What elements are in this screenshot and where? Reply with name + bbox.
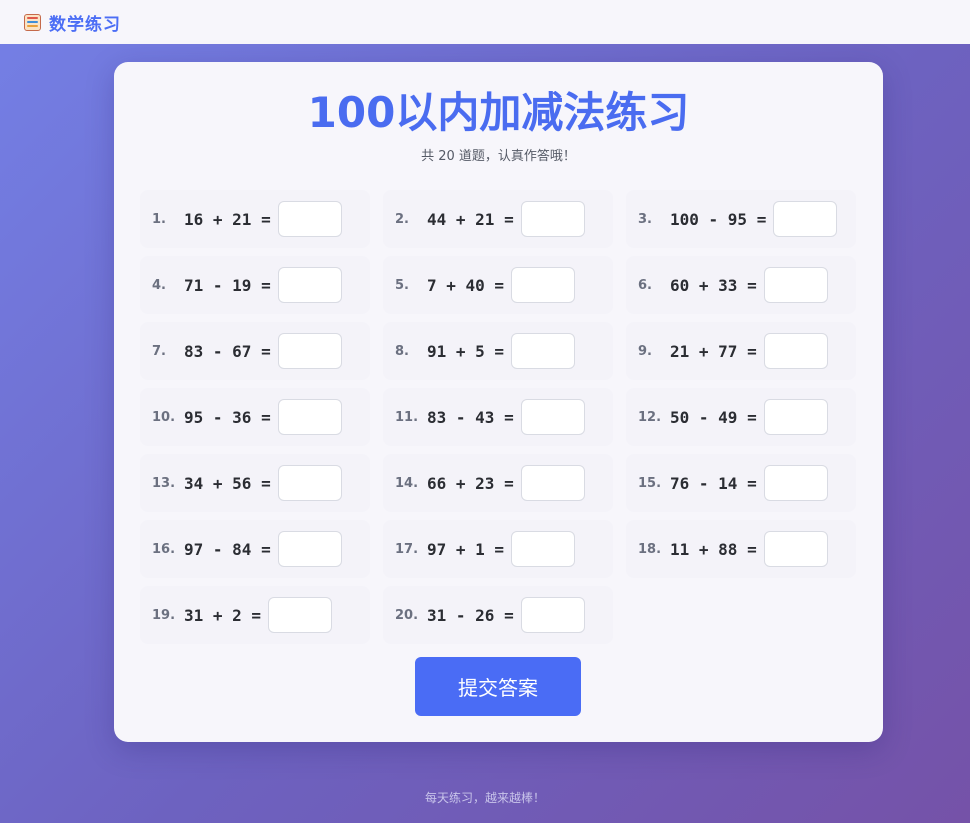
- submit-button[interactable]: 提交答案: [415, 657, 581, 716]
- problem-expression: 95 - 36 =: [184, 407, 271, 427]
- problem-number: 4.: [152, 277, 166, 293]
- answer-input[interactable]: [277, 201, 342, 237]
- problem-expression: 97 + 1 =: [427, 539, 505, 559]
- answer-input[interactable]: [763, 267, 828, 303]
- answer-input[interactable]: [511, 333, 576, 369]
- problem-grid: 1. 16 + 21 = 2. 44 + 21 = 3. 100 - 95 = 4. 71 -…: [140, 190, 860, 644]
- problem-number: 2.: [395, 211, 409, 227]
- problem-number: 6.: [638, 277, 652, 293]
- problem-expression: 91 + 5 =: [427, 341, 505, 361]
- answer-input[interactable]: [520, 201, 585, 237]
- problem-expression: 21 + 77 =: [670, 341, 757, 361]
- problem-item: 7. 83 - 67 =: [140, 322, 370, 380]
- answer-input[interactable]: [268, 597, 333, 633]
- problem-item: 17. 97 + 1 =: [383, 520, 613, 578]
- answer-input[interactable]: [511, 267, 576, 303]
- problem-item: 5. 7 + 40 =: [383, 256, 613, 314]
- problem-item: 10. 95 - 36 =: [140, 388, 370, 446]
- problem-number: 7.: [152, 343, 166, 359]
- brand-name[interactable]: 数学练习: [49, 10, 121, 35]
- problem-item: 4. 71 - 19 =: [140, 256, 370, 314]
- problem-number: 16.: [152, 541, 176, 557]
- answer-input[interactable]: [277, 465, 342, 501]
- problem-expression: 16 + 21 =: [184, 209, 271, 229]
- answer-input[interactable]: [520, 597, 585, 633]
- problem-number: 12.: [638, 409, 662, 425]
- answer-input[interactable]: [763, 399, 828, 435]
- problem-number: 5.: [395, 277, 409, 293]
- answer-input[interactable]: [277, 333, 342, 369]
- problem-item: 9. 21 + 77 =: [626, 322, 856, 380]
- problem-expression: 11 + 88 =: [670, 539, 757, 559]
- problem-expression: 66 + 23 =: [427, 473, 514, 493]
- problem-item: 16. 97 - 84 =: [140, 520, 370, 578]
- top-bar: 数学练习: [0, 0, 970, 44]
- problem-number: 10.: [152, 409, 176, 425]
- problem-expression: 60 + 33 =: [670, 275, 757, 295]
- problem-expression: 100 - 95 =: [670, 209, 767, 229]
- answer-input[interactable]: [763, 531, 828, 567]
- answer-input[interactable]: [763, 465, 828, 501]
- problem-item: 15. 76 - 14 =: [626, 454, 856, 512]
- problem-item: 11. 83 - 43 =: [383, 388, 613, 446]
- problem-item: 13. 34 + 56 =: [140, 454, 370, 512]
- problem-expression: 76 - 14 =: [670, 473, 757, 493]
- problem-item: 14. 66 + 23 =: [383, 454, 613, 512]
- problem-number: 17.: [395, 541, 419, 557]
- problem-expression: 83 - 43 =: [427, 407, 514, 427]
- page-subtitle: 共 20 道题，认真作答哦！: [421, 149, 576, 164]
- problem-item: 12. 50 - 49 =: [626, 388, 856, 446]
- problem-expression: 44 + 21 =: [427, 209, 514, 229]
- problem-expression: 31 + 2 =: [184, 605, 262, 625]
- page-title: 100以内加减法练习: [307, 88, 690, 137]
- answer-input[interactable]: [277, 531, 342, 567]
- problem-item: 1. 16 + 21 =: [140, 190, 370, 248]
- problem-expression: 34 + 56 =: [184, 473, 271, 493]
- footer-text: 每天练习，越来越棒！: [424, 791, 545, 805]
- answer-input[interactable]: [520, 465, 585, 501]
- problem-expression: 50 - 49 =: [670, 407, 757, 427]
- problem-number: 1.: [152, 211, 166, 227]
- problem-number: 11.: [395, 409, 419, 425]
- problem-number: 19.: [152, 607, 176, 623]
- problem-expression: 71 - 19 =: [184, 275, 271, 295]
- answer-input[interactable]: [277, 267, 342, 303]
- answer-input[interactable]: [511, 531, 576, 567]
- answer-input[interactable]: [277, 399, 342, 435]
- answer-input[interactable]: [773, 201, 838, 237]
- problem-number: 20.: [395, 607, 419, 623]
- problem-item: 6. 60 + 33 =: [626, 256, 856, 314]
- abacus-icon: [24, 13, 41, 31]
- problem-expression: 83 - 67 =: [184, 341, 271, 361]
- problem-number: 8.: [395, 343, 409, 359]
- problem-number: 13.: [152, 475, 176, 491]
- problem-number: 14.: [395, 475, 419, 491]
- problem-item: 8. 91 + 5 =: [383, 322, 613, 380]
- answer-input[interactable]: [520, 399, 585, 435]
- problem-number: 3.: [638, 211, 652, 227]
- problem-item: 18. 11 + 88 =: [626, 520, 856, 578]
- problem-item: 3. 100 - 95 =: [626, 190, 856, 248]
- problem-number: 15.: [638, 475, 662, 491]
- answer-input[interactable]: [763, 333, 828, 369]
- problem-expression: 7 + 40 =: [427, 275, 505, 295]
- problem-number: 9.: [638, 343, 652, 359]
- problem-item: 2. 44 + 21 =: [383, 190, 613, 248]
- problem-expression: 31 - 26 =: [427, 605, 514, 625]
- quiz-card: 100以内加减法练习 共 20 道题，认真作答哦！ 1. 16 + 21 = 2. 4…: [114, 62, 883, 742]
- problem-expression: 97 - 84 =: [184, 539, 271, 559]
- problem-item: 20. 31 - 26 =: [383, 586, 613, 644]
- problem-item: 19. 31 + 2 =: [140, 586, 370, 644]
- problem-number: 18.: [638, 541, 662, 557]
